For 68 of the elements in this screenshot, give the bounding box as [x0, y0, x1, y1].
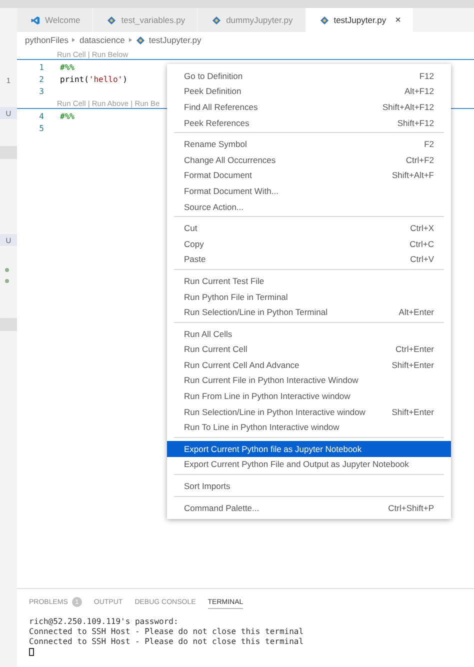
- shortcut-label: Ctrl+V: [410, 254, 434, 264]
- shortcut-label: F2: [424, 139, 434, 150]
- shortcut-label: Shift+Alt+F: [392, 170, 434, 180]
- shortcut-label: Shift+Enter: [392, 406, 434, 417]
- menu-item[interactable]: Change All Occurrences Ctrl+F2: [167, 152, 451, 168]
- menu-item[interactable]: Cut Ctrl+X: [167, 220, 451, 236]
- python-file-icon: [136, 36, 145, 44]
- menu-item[interactable]: Format Document Shift+Alt+F: [167, 168, 451, 184]
- breadcrumb-item[interactable]: datascience: [79, 35, 125, 45]
- line-number: 5: [38, 124, 44, 132]
- line-number: 1: [38, 62, 44, 72]
- menu-item[interactable]: Rename Symbol F2: [167, 136, 451, 152]
- shortcut-label: Alt+F12: [404, 86, 434, 96]
- menu-item[interactable]: Peek References Shift+F12: [167, 114, 451, 130]
- menu-item[interactable]: Format Document With...: [167, 183, 451, 199]
- breadcrumb-item[interactable]: pythonFiles: [25, 35, 68, 45]
- status-dot: [5, 268, 9, 272]
- line-number: 2: [38, 74, 44, 84]
- shortcut-label: Ctrl+Shift+P: [388, 502, 434, 513]
- python-file-icon: [320, 16, 329, 24]
- menu-item[interactable]: Export Current Python File and Output as Jupyter Notebook: [167, 456, 451, 472]
- code-line: print('hello'): [60, 74, 128, 84]
- menu-item[interactable]: Run From Line in Python Interactive window: [167, 388, 451, 404]
- menu-item[interactable]: Peek Definition Alt+F12: [167, 84, 451, 100]
- menu-item[interactable]: Sort Imports: [167, 478, 451, 494]
- status-dot: [5, 279, 9, 283]
- chevron-icon: [128, 38, 132, 42]
- shortcut-label: Shift+Enter: [392, 360, 434, 370]
- menu-item[interactable]: Run All Cells: [167, 326, 451, 342]
- line-number: 3: [38, 86, 44, 96]
- python-file-icon: [107, 16, 116, 24]
- menu-item[interactable]: Source Action...: [167, 198, 451, 214]
- menu-item[interactable]: Run Python File in Terminal: [167, 288, 451, 304]
- shortcut-label: Ctrl+X: [410, 223, 434, 234]
- shortcut-label: Ctrl+C: [410, 238, 434, 249]
- gutter-band: [0, 318, 17, 331]
- terminal-line: Connected to SSH Host - Please do not close this terminal: [29, 637, 305, 647]
- line-number: 4: [38, 112, 44, 120]
- menu-item[interactable]: Run Current Test File: [167, 273, 451, 289]
- shortcut-label: F12: [419, 70, 434, 81]
- close-icon[interactable]: ×: [395, 14, 401, 26]
- menu-item[interactable]: Export Current Python file as Jupyter Notebook: [167, 441, 451, 457]
- terminal-line: rich@52.250.109.119's password:: [29, 617, 180, 627]
- menu-item[interactable]: Go to Definition F12: [167, 68, 451, 84]
- shortcut-label: Shift+Alt+F12: [382, 102, 434, 112]
- menu-item[interactable]: Run Current Cell Ctrl+Enter: [167, 342, 451, 358]
- menu-item[interactable]: Run Selection/Line in Python Terminal Alt+Enter: [167, 304, 451, 320]
- shortcut-label: Ctrl+Enter: [396, 344, 434, 354]
- menu-item[interactable]: Find All References Shift+Alt+F12: [167, 99, 451, 115]
- code-line: #%%: [60, 62, 74, 72]
- chevron-icon: [72, 38, 76, 42]
- gutter-band: [0, 146, 17, 159]
- shortcut-label: Shift+F12: [397, 118, 434, 128]
- breadcrumb-item[interactable]: testJupyter.py: [148, 35, 202, 45]
- menu-item[interactable]: Copy Ctrl+C: [167, 236, 451, 252]
- menu-item[interactable]: Command Palette... Ctrl+Shift+P: [167, 500, 451, 516]
- shortcut-label: Ctrl+F2: [406, 154, 434, 165]
- editor-tab[interactable]: testJupyter.py ×: [306, 8, 414, 32]
- python-file-icon: [212, 16, 222, 24]
- menu-item[interactable]: Run Current File in Python Interactive Window: [167, 372, 451, 388]
- menu-item[interactable]: Run Selection/Line in Python Interactive window Shift+Enter: [167, 404, 451, 420]
- vscode-logo-icon: [31, 16, 40, 24]
- shortcut-label: Alt+Enter: [398, 307, 434, 318]
- menu-item[interactable]: Run To Line in Python Interactive window: [167, 419, 451, 436]
- terminal-line: Connected to SSH Host - Please do not close this terminal: [29, 627, 305, 637]
- code-line: #%%: [60, 112, 74, 120]
- menu-item[interactable]: Paste Ctrl+V: [167, 252, 451, 268]
- menu-item[interactable]: Run Current Cell And Advance Shift+Enter: [167, 357, 451, 373]
